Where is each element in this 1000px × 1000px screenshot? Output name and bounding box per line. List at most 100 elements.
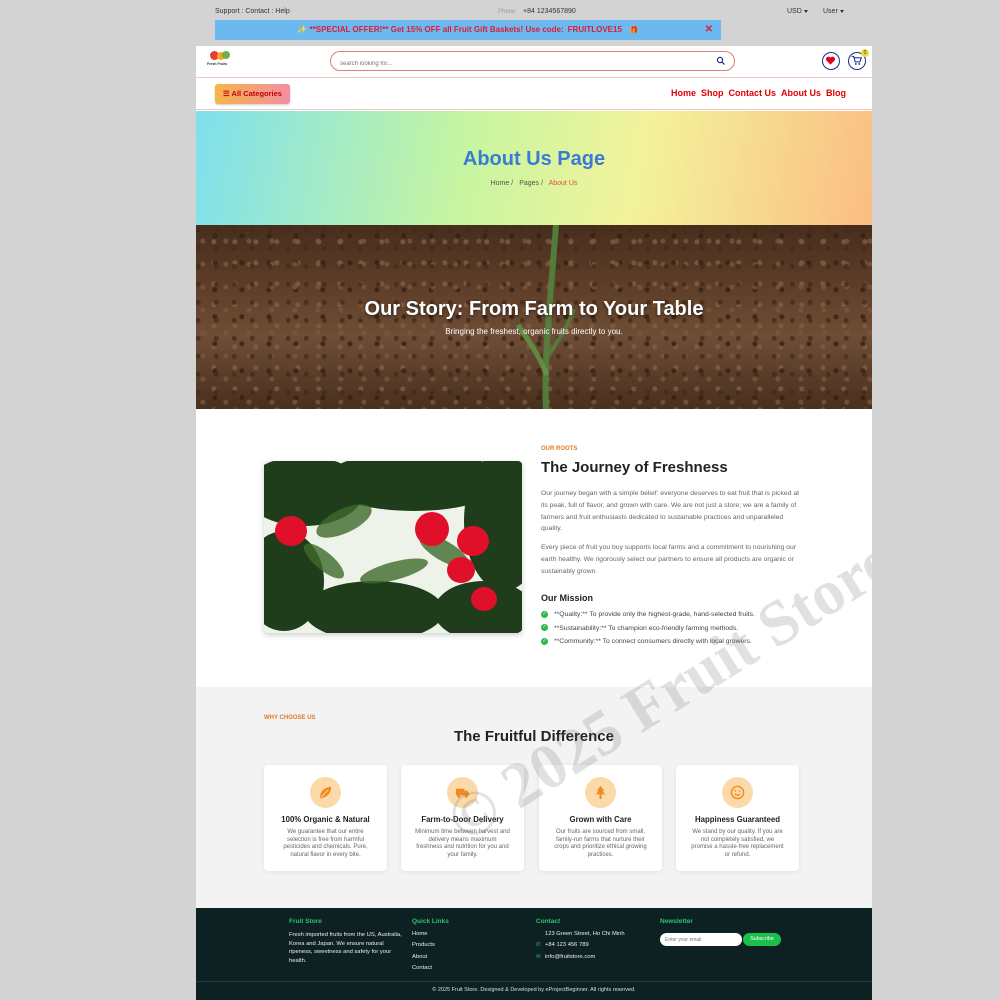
page: Support : Contact : Help Phone: +84 12345… [196,0,872,1000]
story-title: The Journey of Freshness [541,459,728,476]
phone-label: Phone: [498,9,518,15]
footer-link-home[interactable]: Home [412,931,449,942]
hero-subtitle: Bringing the freshest, organic fruits di… [445,327,623,336]
search-bar [330,51,735,73]
heart-icon [825,56,836,65]
footer-contact-title: Contact [536,918,561,925]
top-bar: Support : Contact : Help Phone: +84 12345… [196,0,872,46]
feature-card: Grown with Care Our fruits are sourced f… [539,765,662,871]
logo-text: Fresh Fruits [207,62,228,66]
breadcrumb-pages[interactable]: Pages [519,180,539,187]
feature-text: Minimum time between harvest and deliver… [415,829,510,858]
tree-icon [585,777,616,808]
fruit-tree-image [264,461,522,633]
page-title: About Us Page [462,148,606,170]
email-text: info@fruitstore.com [545,953,596,960]
feature-text: We guarantee that our entire selection i… [283,829,368,858]
phone-text: +84 123 456 789 [545,942,589,949]
list-item: ✓ **Quality:** To provide only the highes… [541,609,755,623]
feature-title: Happiness Guaranteed [695,815,780,824]
mission-title: Our Mission [541,593,594,603]
phone-info: Phone: +84 1234567890 [498,8,576,15]
feature-card: Happiness Guaranteed We stand by our qua… [676,765,799,871]
feature-title: 100% Organic & Natural [281,815,370,824]
why-section: WHY CHOOSE US The Fruitful Difference 10… [196,687,872,908]
breadcrumb-current: About Us [548,180,578,187]
phone-number: +84 1234567890 [523,8,576,15]
phone-icon: ✆ [536,942,541,949]
nav-contact[interactable]: Contact Us [728,88,776,98]
nav-about[interactable]: About Us [781,88,821,98]
site-footer: Fruit Store Fresh imported fruits from t… [196,908,872,1000]
search-input[interactable] [331,55,691,73]
footer-link-about[interactable]: About [412,954,449,965]
nav-home[interactable]: Home [671,88,696,98]
all-categories-label: All Categories [231,89,282,98]
footer-address: 123 Green Street, Ho Chi Minh [536,931,625,942]
feature-card: 100% Organic & Natural We guarantee that… [264,765,387,871]
footer-store-desc: Fresh imported fruits from the US, Austr… [289,932,402,964]
gift-icon: 🎁 [629,27,639,34]
feature-text: We stand by our quality. If you are not … [691,829,784,858]
all-categories-button[interactable]: ☰ All Categories [215,84,290,104]
footer-phone: ✆ +84 123 456 789 [536,942,625,953]
nav-shop[interactable]: Shop [701,88,724,98]
cart-icon [851,55,862,65]
mission-list: ✓ **Quality:** To provide only the highes… [541,609,755,650]
footer-link-products[interactable]: Products [412,942,449,953]
footer-email[interactable]: ✉ info@fruitstore.com [536,954,625,965]
mission-text: **Community:** To connect consumers dire… [554,638,752,645]
check-icon: ✓ [541,610,548,618]
story-paragraph-1: Our journey began with a simple belief: … [541,490,800,533]
breadcrumb: Home / Pages / About Us [490,180,578,187]
close-icon[interactable]: ✕ [705,20,713,40]
story-section: OUR ROOTS The Journey of Freshness Our j… [196,409,872,687]
feature-text: Our fruits are sourced from small, famil… [554,829,647,858]
nav-menu: Home Shop Contact Us About Us Blog [666,88,846,98]
mission-text: **Sustainability:** To champion eco-frie… [554,624,739,632]
feature-card: Farm-to-Door Delivery Minimum time betwe… [401,765,524,871]
leaf-icon [310,777,341,808]
footer-links: Quick Links Home Products About Contact [412,918,449,976]
logo[interactable]: Fresh Fruits [207,50,233,70]
footer-newsletter-title: Newsletter [660,918,693,925]
main-nav: ☰ All Categories Home Shop Contact Us About… [196,78,872,110]
user-label: User [823,8,838,15]
footer-contact: Contact 123 Green Street, Ho Chi Minh ✆ +… [536,918,625,965]
caret-down-icon [839,9,844,13]
currency-dropdown[interactable]: USD [787,8,808,15]
hero-title: Our Story: From Farm to Your Table [364,298,704,320]
footer-about: Fruit Store Fresh imported fruits from t… [289,918,407,965]
story-paragraph-2: Every piece of fruit you buy supports lo… [541,544,797,575]
footer-link-contact[interactable]: Contact [412,965,449,976]
newsletter-email-input[interactable] [660,933,742,947]
cart-count-badge: 0 [861,49,869,57]
feature-title: Farm-to-Door Delivery [421,815,504,824]
truck-icon [447,777,478,808]
site-header: Fresh Fruits 0 [196,46,872,78]
nav-blog[interactable]: Blog [826,88,846,98]
search-icon[interactable] [716,56,726,66]
offer-code: FRUITLOVE15 [567,25,622,34]
list-item: ✓ **Community:** To connect consumers dir… [541,636,755,650]
caret-down-icon [803,9,808,13]
support-links[interactable]: Support : Contact : Help [215,8,290,15]
why-eyebrow: WHY CHOOSE US [264,715,316,721]
story-hero: Our Story: From Farm to Your Table Bring… [196,225,872,409]
wishlist-button[interactable] [822,52,840,70]
address-text: 123 Green Street, Ho Chi Minh [545,931,625,937]
check-icon: ✓ [541,637,548,645]
page-header: About Us Page Home / Pages / About Us [196,111,872,225]
footer-links-title: Quick Links [412,918,449,925]
currency-value: USD [787,8,802,15]
feature-title: Grown with Care [569,815,632,824]
user-dropdown[interactable]: User [823,8,844,15]
breadcrumb-home[interactable]: Home [491,180,510,187]
offer-text: ✨ **SPECIAL OFFER!** Get 15% OFF all Fru… [297,25,564,34]
mission-text: **Quality:** To provide only the highest… [554,611,755,618]
mail-icon: ✉ [536,953,541,960]
list-item: ✓ **Sustainability:** To champion eco-fri… [541,623,755,637]
smile-icon [722,777,753,808]
subscribe-button[interactable]: Subscribe [743,933,781,947]
why-title: The Fruitful Difference [453,728,614,745]
